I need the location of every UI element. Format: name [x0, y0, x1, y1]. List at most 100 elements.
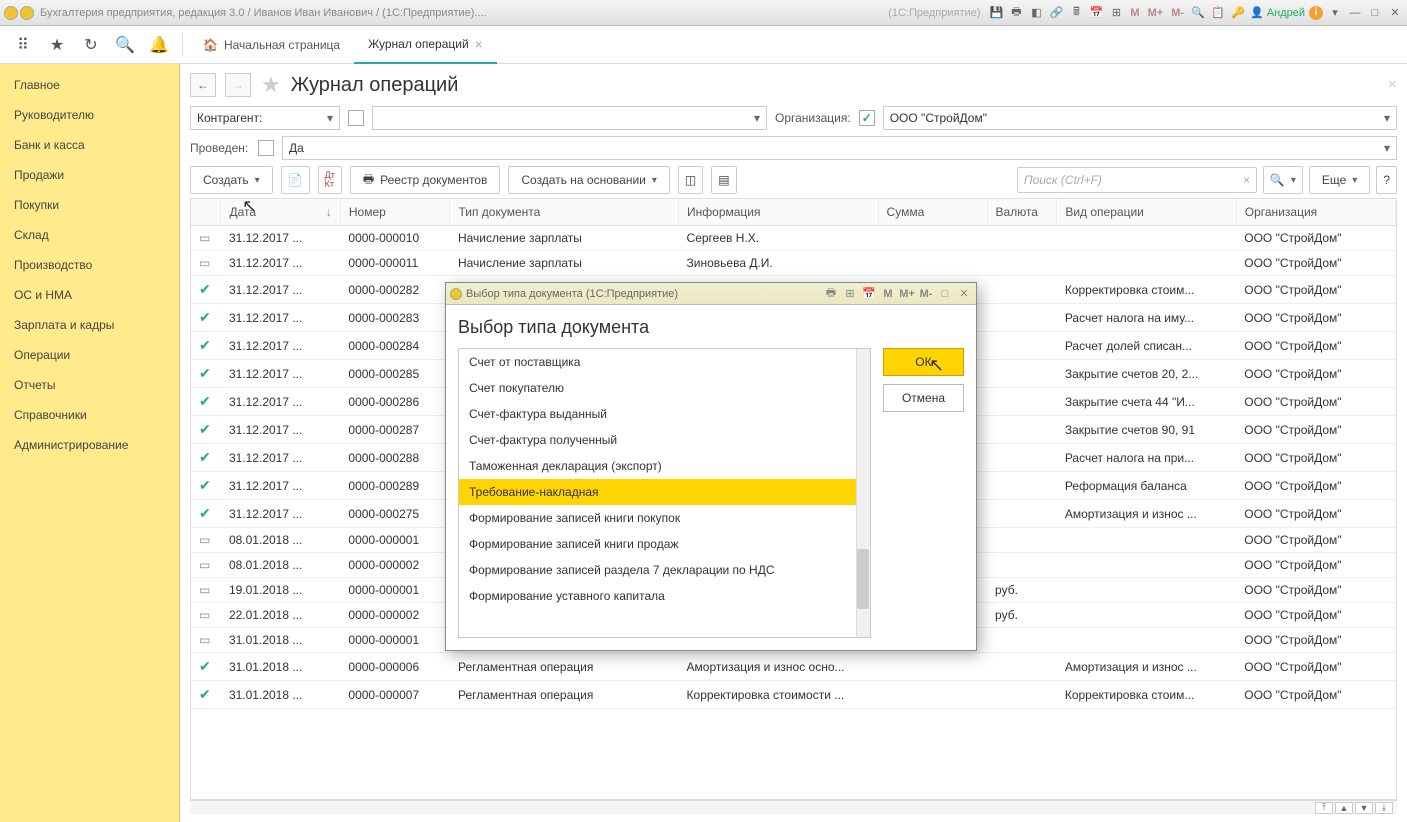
- sidebar-item-0[interactable]: Главное: [0, 70, 179, 100]
- more-button[interactable]: Еще▾: [1309, 166, 1370, 194]
- apps-icon[interactable]: ⠿: [10, 32, 36, 58]
- doc-type-item[interactable]: Формирование записей раздела 7 деклараци…: [459, 557, 870, 583]
- sidebar-item-12[interactable]: Администрирование: [0, 430, 179, 460]
- clipboard-icon[interactable]: 📋: [1210, 5, 1226, 21]
- col-6[interactable]: Валюта: [987, 199, 1057, 226]
- doc-type-item[interactable]: Счет от поставщика: [459, 349, 870, 375]
- col-4[interactable]: Информация: [679, 199, 879, 226]
- counterparty-checkbox[interactable]: [348, 110, 364, 126]
- m-icon[interactable]: M: [1128, 7, 1141, 19]
- sidebar-item-11[interactable]: Справочники: [0, 400, 179, 430]
- search-tool-icon[interactable]: 🔍: [112, 32, 138, 58]
- tab-close-icon[interactable]: ×: [475, 36, 483, 52]
- sidebar-item-1[interactable]: Руководителю: [0, 100, 179, 130]
- dialog-calendar-icon[interactable]: 📅: [861, 286, 877, 302]
- table-row[interactable]: ✔31.01.2018 ...0000-000006Регламентная о…: [191, 653, 1396, 681]
- col-8[interactable]: Организация: [1236, 199, 1395, 226]
- sidebar-item-2[interactable]: Банк и касса: [0, 130, 179, 160]
- grid-icon[interactable]: ⊞: [1108, 5, 1124, 21]
- link-icon[interactable]: 🔗: [1048, 5, 1064, 21]
- sidebar-item-7[interactable]: ОС и НМА: [0, 280, 179, 310]
- search-button[interactable]: 🔍▾: [1263, 166, 1303, 194]
- doc-type-item[interactable]: Формирование уставного капитала: [459, 583, 870, 609]
- copy-button[interactable]: 📄: [281, 166, 310, 194]
- doc-type-item[interactable]: Формирование записей книги продаж: [459, 531, 870, 557]
- page-close-icon[interactable]: ×: [1388, 76, 1397, 94]
- registry-button[interactable]: 🖶 Реестр документов: [350, 166, 501, 194]
- mplus-icon[interactable]: M+: [1146, 7, 1166, 19]
- scroll-down-icon[interactable]: ▼: [1355, 802, 1373, 814]
- dialog-mplus-icon[interactable]: M+: [899, 286, 915, 302]
- bell-icon[interactable]: 🔔: [146, 32, 172, 58]
- close-icon[interactable]: ✕: [1387, 5, 1403, 21]
- col-1[interactable]: Дата↓: [221, 199, 340, 226]
- mminus-icon[interactable]: M-: [1169, 7, 1186, 19]
- counterparty-value-combo[interactable]: ▾: [372, 106, 767, 130]
- org-checkbox[interactable]: [859, 110, 875, 126]
- sidebar-item-8[interactable]: Зарплата и кадры: [0, 310, 179, 340]
- doc-type-item[interactable]: Формирование записей книги покупок: [459, 505, 870, 531]
- sidebar-item-9[interactable]: Операции: [0, 340, 179, 370]
- minimize-icon[interactable]: —: [1347, 5, 1363, 21]
- user-label[interactable]: 👤 Андрей: [1250, 6, 1305, 19]
- sidebar-item-3[interactable]: Продажи: [0, 160, 179, 190]
- calculator-icon[interactable]: 🖩: [1068, 5, 1084, 21]
- scroll-up-icon[interactable]: ▲: [1335, 802, 1353, 814]
- search-clear-icon[interactable]: ×: [1243, 173, 1250, 187]
- tab-home[interactable]: 🏠 Начальная страница: [189, 26, 354, 64]
- list-scrollbar[interactable]: [856, 349, 870, 637]
- doc-type-item[interactable]: Счет-фактура выданный: [459, 401, 870, 427]
- col-0[interactable]: [191, 199, 221, 226]
- ok-button[interactable]: ОК: [883, 348, 964, 376]
- nav-forward-button[interactable]: →: [225, 73, 251, 97]
- dialog-titlebar[interactable]: Выбор типа документа (1С:Предприятие) 🖶 …: [446, 283, 976, 305]
- structure-button[interactable]: ◫: [678, 166, 703, 194]
- col-2[interactable]: Номер: [340, 199, 450, 226]
- scroll-bottom-icon[interactable]: ⤓: [1375, 802, 1393, 814]
- cancel-button[interactable]: Отмена: [883, 384, 964, 412]
- search-input[interactable]: Поиск (Ctrl+F) ×: [1017, 167, 1257, 193]
- help-button[interactable]: ?: [1376, 166, 1397, 194]
- sidebar-item-10[interactable]: Отчеты: [0, 370, 179, 400]
- star-icon[interactable]: ★: [44, 32, 70, 58]
- sidebar-item-4[interactable]: Покупки: [0, 190, 179, 220]
- nav-back-button[interactable]: ←: [190, 73, 216, 97]
- calendar-icon[interactable]: 📅: [1088, 5, 1104, 21]
- sidebar-item-5[interactable]: Склад: [0, 220, 179, 250]
- create-based-button[interactable]: Создать на основании ▾: [508, 166, 670, 194]
- favorite-icon[interactable]: ★: [261, 72, 281, 98]
- scroll-top-icon[interactable]: ⤒: [1315, 802, 1333, 814]
- doc-type-item[interactable]: Требование-накладная: [459, 479, 870, 505]
- table-row[interactable]: ▭31.12.2017 ...0000-000011Начисление зар…: [191, 251, 1396, 276]
- counterparty-combo[interactable]: Контрагент: ▾: [190, 106, 340, 130]
- history-icon[interactable]: ↻: [78, 32, 104, 58]
- table-row[interactable]: ✔31.01.2018 ...0000-000007Регламентная о…: [191, 681, 1396, 709]
- table-row[interactable]: ▭31.12.2017 ...0000-000010Начисление зар…: [191, 226, 1396, 251]
- col-3[interactable]: Тип документа: [450, 199, 679, 226]
- dropdown-icon[interactable]: ▾: [1327, 5, 1343, 21]
- list-button[interactable]: ▤: [711, 166, 736, 194]
- sidebar-item-6[interactable]: Производство: [0, 250, 179, 280]
- key-icon[interactable]: 🔑: [1230, 5, 1246, 21]
- col-5[interactable]: Сумма: [878, 199, 987, 226]
- doc-type-item[interactable]: Счет-фактура полученный: [459, 427, 870, 453]
- posted-checkbox[interactable]: [258, 140, 274, 156]
- col-7[interactable]: Вид операции: [1057, 199, 1236, 226]
- doc-type-item[interactable]: Таможенная декларация (экспорт): [459, 453, 870, 479]
- dialog-print-icon[interactable]: 🖶: [823, 286, 839, 302]
- save-icon[interactable]: 💾: [988, 5, 1004, 21]
- dialog-m-icon[interactable]: M: [880, 286, 896, 302]
- create-button[interactable]: Создать ▾: [190, 166, 273, 194]
- dialog-mminus-icon[interactable]: M-: [918, 286, 934, 302]
- dialog-maximize-icon[interactable]: □: [937, 286, 953, 302]
- maximize-icon[interactable]: □: [1367, 5, 1383, 21]
- scrollbar-thumb[interactable]: [857, 549, 869, 609]
- zoom-icon[interactable]: 🔍: [1190, 5, 1206, 21]
- org-combo[interactable]: ООО "СтройДом" ▾: [883, 106, 1397, 130]
- dialog-close-icon[interactable]: ✕: [956, 286, 972, 302]
- doc-type-item[interactable]: Счет покупателю: [459, 375, 870, 401]
- info-icon[interactable]: i: [1309, 6, 1323, 20]
- tab-journal[interactable]: Журнал операций ×: [354, 26, 497, 64]
- posted-combo[interactable]: Да ▾: [282, 136, 1397, 160]
- dialog-grid-icon[interactable]: ⊞: [842, 286, 858, 302]
